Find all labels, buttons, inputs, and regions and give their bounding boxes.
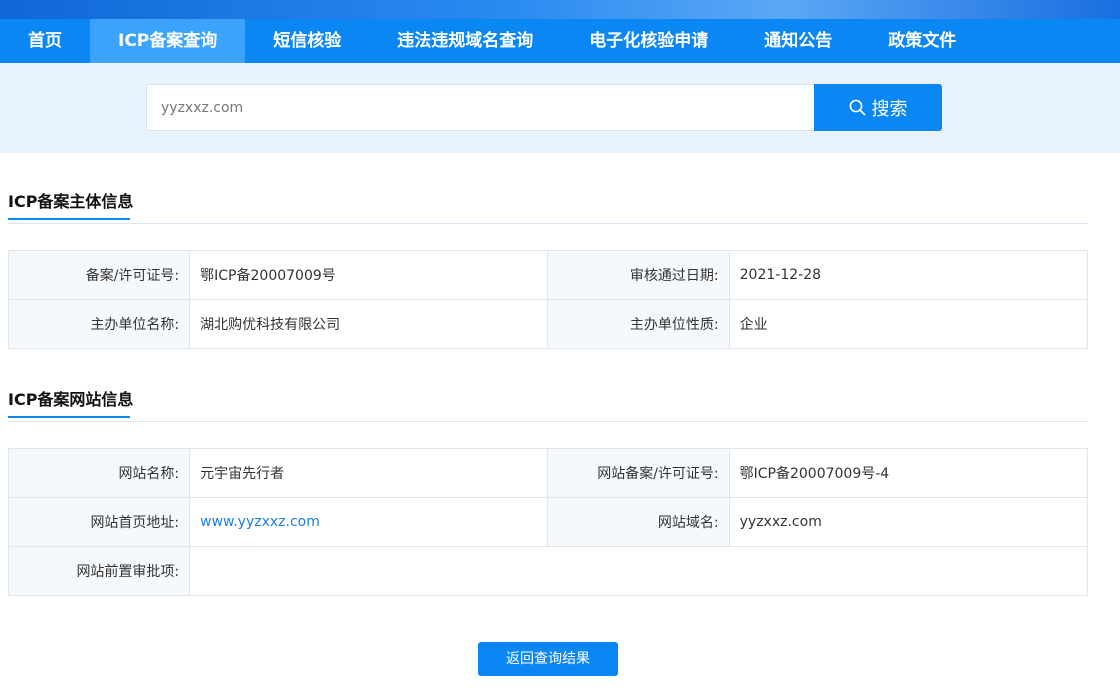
cell-label-organizer-name: 主办单位名称: (7, 299, 191, 349)
table-row: 网站名称: 元宇宙先行者 网站备案/许可证号: 鄂ICP备20007009号-4 (7, 448, 1089, 498)
nav-item-illegal-domain-query[interactable]: 违法违规域名查询 (369, 19, 561, 63)
back-to-results-button[interactable]: 返回查询结果 (478, 642, 618, 676)
table-row: 备案/许可证号: 鄂ICP备20007009号 审核通过日期: 2021-12-… (7, 250, 1089, 300)
nav-item-e-verify-apply[interactable]: 电子化核验申请 (561, 19, 736, 63)
table-row: 主办单位名称: 湖北购优科技有限公司 主办单位性质: 企业 (7, 299, 1089, 349)
cell-value-organizer-type: 企业 (728, 299, 1089, 349)
cell-label-approval-date: 审核通过日期: (547, 250, 730, 300)
search-area: 搜索 (0, 63, 1120, 153)
homepage-url-link[interactable]: www.yyzxxz.com (200, 514, 320, 530)
section-divider (8, 421, 1088, 422)
cell-label-site-license-no: 网站备案/许可证号: (547, 448, 730, 498)
section-title-underline (8, 416, 130, 418)
section-divider (8, 223, 1088, 224)
cell-value-approval-date: 2021-12-28 (728, 250, 1089, 300)
cell-value-pre-approval (189, 546, 1088, 596)
cell-label-pre-approval: 网站前置审批项: (7, 546, 191, 596)
section-title-website-text: ICP备案网站信息 (8, 390, 134, 409)
cell-value-site-license-no: 鄂ICP备20007009号-4 (728, 448, 1089, 498)
cell-label-site-name: 网站名称: (7, 448, 191, 498)
search-button[interactable]: 搜索 (814, 84, 942, 131)
nav-item-icp-query[interactable]: ICP备案查询 (90, 19, 246, 63)
nav-item-home[interactable]: 首页 (0, 19, 90, 63)
cell-value-site-name: 元宇宙先行者 (189, 448, 549, 498)
cell-value-organizer-name: 湖北购优科技有限公司 (189, 299, 549, 349)
website-info-table: 网站名称: 元宇宙先行者 网站备案/许可证号: 鄂ICP备20007009号-4… (7, 448, 1089, 596)
search-icon (849, 99, 865, 116)
subject-info-table: 备案/许可证号: 鄂ICP备20007009号 审核通过日期: 2021-12-… (7, 250, 1089, 349)
nav-item-sms-verify[interactable]: 短信核验 (245, 19, 369, 63)
cell-value-license-no: 鄂ICP备20007009号 (189, 250, 549, 300)
cell-value-domain: yyzxxz.com (728, 497, 1089, 547)
search-input[interactable] (146, 84, 814, 131)
main-nav: 首页 ICP备案查询 短信核验 违法违规域名查询 电子化核验申请 通知公告 政策… (0, 19, 1120, 63)
cell-value-homepage-url: www.yyzxxz.com (189, 497, 549, 547)
cell-label-domain: 网站域名: (547, 497, 730, 547)
cell-label-license-no: 备案/许可证号: (7, 250, 191, 300)
table-row: 网站首页地址: www.yyzxxz.com 网站域名: yyzxxz.com (7, 497, 1089, 547)
section-title-subject-text: ICP备案主体信息 (8, 192, 134, 211)
section-title-underline (8, 218, 130, 220)
nav-item-policy-docs[interactable]: 政策文件 (860, 19, 984, 63)
section-title-subject: ICP备案主体信息 (8, 188, 134, 220)
top-banner (0, 0, 1120, 19)
section-title-website: ICP备案网站信息 (8, 386, 134, 418)
cell-label-organizer-type: 主办单位性质: (547, 299, 730, 349)
search-button-label: 搜索 (871, 98, 908, 120)
nav-item-notices[interactable]: 通知公告 (736, 19, 860, 63)
table-row: 网站前置审批项: (7, 546, 1088, 596)
cell-label-homepage-url: 网站首页地址: (7, 497, 191, 547)
